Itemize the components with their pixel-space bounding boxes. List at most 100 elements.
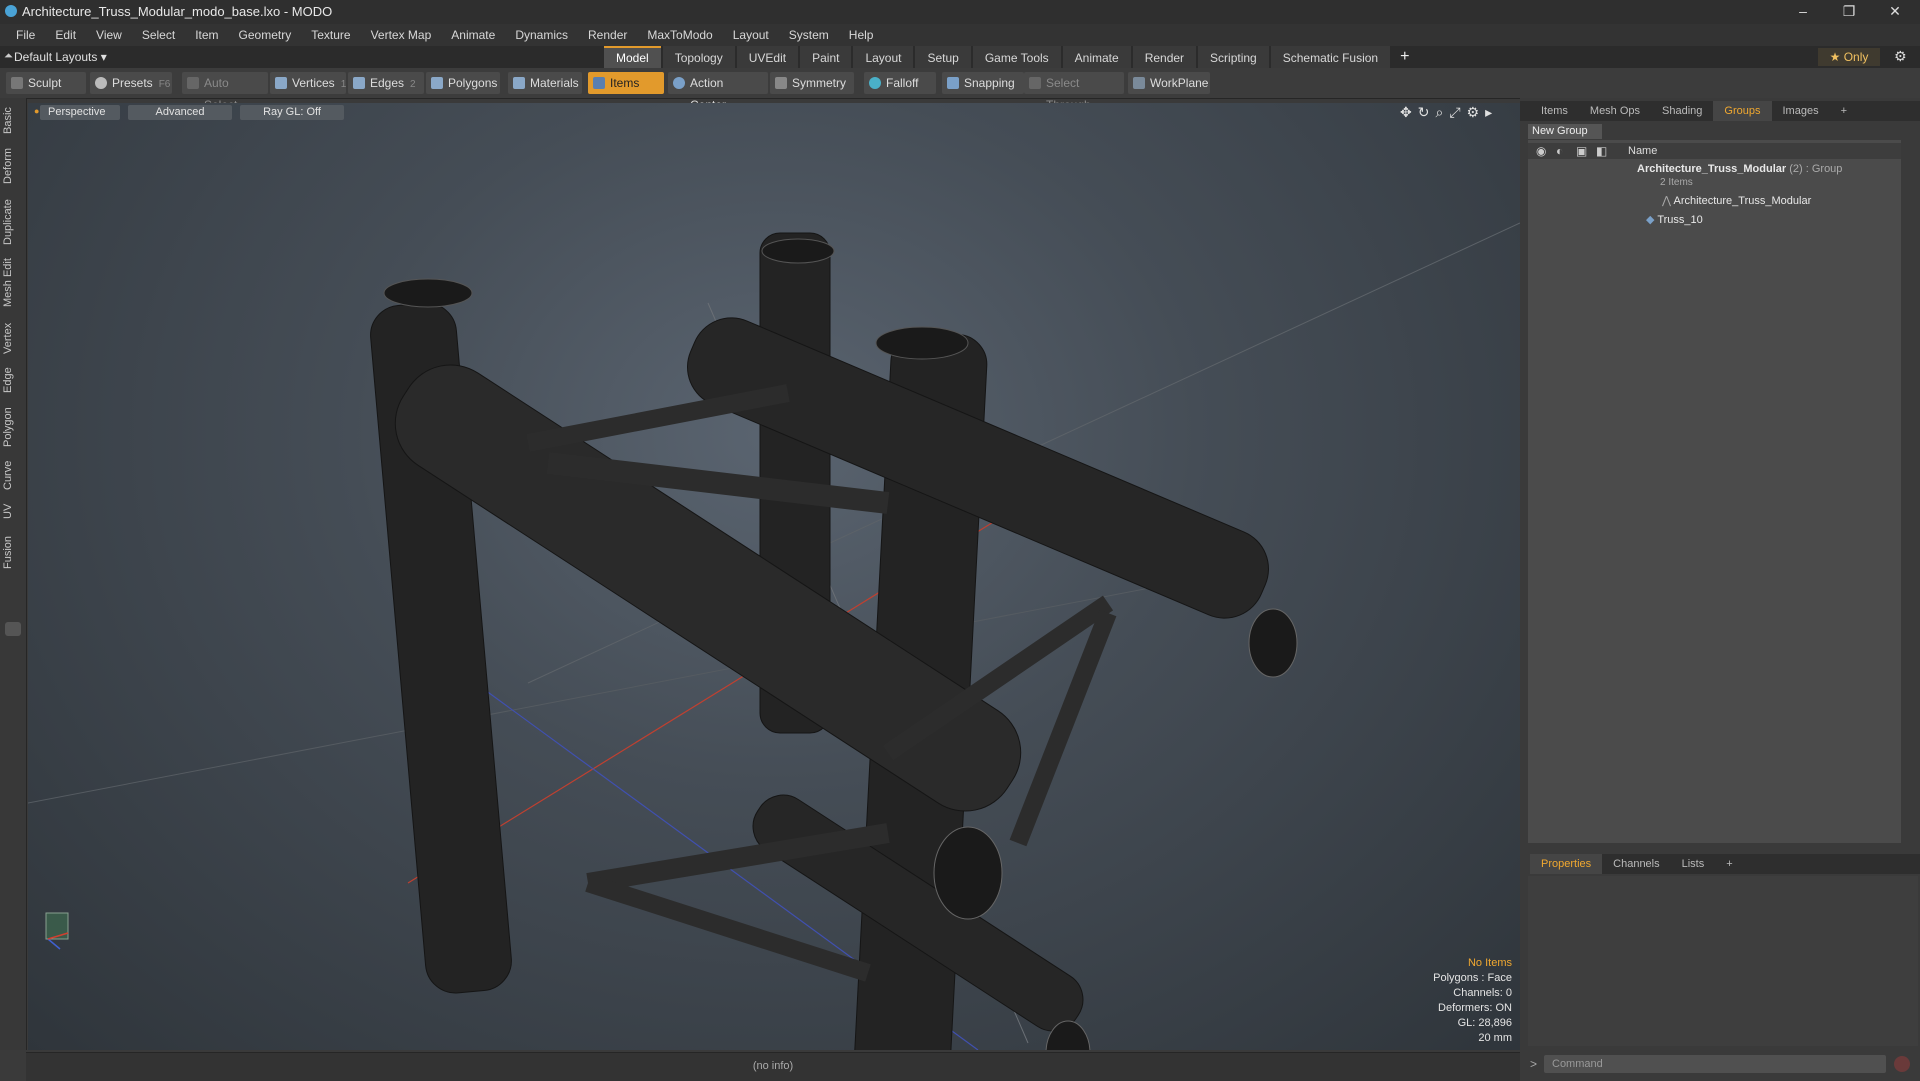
- presets-button[interactable]: Presets F6: [90, 72, 172, 94]
- tab-paint[interactable]: Paint: [800, 46, 852, 68]
- sculpt-button[interactable]: Sculpt: [6, 72, 86, 94]
- tab-game-tools[interactable]: Game Tools: [972, 46, 1061, 68]
- lock-icon[interactable]: ▣: [1576, 144, 1587, 158]
- list-item[interactable]: ⋀ Architecture_Truss_Modular: [1662, 193, 1811, 209]
- menu-geometry[interactable]: Geometry: [229, 28, 302, 42]
- select-toggle-icon[interactable]: ◧: [1596, 144, 1607, 158]
- 3d-viewport[interactable]: [28, 103, 1520, 1050]
- rotate-icon[interactable]: ↻: [1418, 104, 1436, 120]
- shading-mode-button[interactable]: Advanced: [128, 105, 232, 120]
- groups-list-area[interactable]: [1528, 140, 1901, 843]
- menu-maxtomodo[interactable]: MaxToModo: [637, 28, 722, 42]
- view-mode-button[interactable]: Perspective: [40, 105, 120, 120]
- minimize-button[interactable]: –: [1780, 0, 1826, 24]
- tab-duplicate[interactable]: Duplicate: [2, 196, 24, 248]
- child-name: Architecture_Truss_Modular: [1673, 195, 1812, 207]
- vertices-button[interactable]: Vertices 1: [270, 72, 346, 94]
- only-button[interactable]: ★ Only: [1818, 48, 1880, 66]
- render-toggle-icon[interactable]: ◐: [1556, 144, 1563, 158]
- tab-basic[interactable]: Basic: [2, 106, 24, 136]
- tab-scripting[interactable]: Scripting: [1198, 46, 1269, 68]
- menu-animate[interactable]: Animate: [441, 28, 505, 42]
- expand-icon[interactable]: ▸: [1485, 104, 1498, 120]
- tab-curve[interactable]: Curve: [2, 456, 24, 494]
- materials-button[interactable]: Materials: [508, 72, 582, 94]
- group-name: Architecture_Truss_Modular: [1637, 163, 1787, 175]
- tab-lists[interactable]: Lists: [1671, 854, 1716, 874]
- command-input[interactable]: Command: [1544, 1055, 1886, 1073]
- falloff-button[interactable]: Falloff: [864, 72, 936, 94]
- tab-shading[interactable]: Shading: [1651, 101, 1713, 121]
- tab-layout[interactable]: Layout: [853, 46, 914, 68]
- menu-dynamics[interactable]: Dynamics: [505, 28, 578, 42]
- menu-file[interactable]: File: [6, 28, 45, 42]
- polygons-button[interactable]: Polygons: [426, 72, 500, 94]
- add-panel-tab-icon[interactable]: +: [1830, 101, 1858, 121]
- tab-render[interactable]: Render: [1132, 46, 1197, 68]
- menu-help[interactable]: Help: [839, 28, 884, 42]
- layout-selector[interactable]: Default Layouts ▾: [14, 50, 107, 64]
- edges-shortcut: 2: [410, 79, 416, 90]
- add-bottom-tab-icon[interactable]: +: [1715, 854, 1743, 874]
- menu-render[interactable]: Render: [578, 28, 637, 42]
- menu-texture[interactable]: Texture: [301, 28, 360, 42]
- collapse-tab-icon[interactable]: [5, 622, 21, 636]
- snapping-button[interactable]: Snapping: [942, 72, 1024, 94]
- gear-icon[interactable]: ⚙: [1894, 48, 1907, 65]
- tab-schematic-fusion[interactable]: Schematic Fusion: [1270, 46, 1391, 68]
- tab-fusion[interactable]: Fusion: [2, 532, 24, 572]
- symmetry-button[interactable]: Symmetry: [770, 72, 854, 94]
- fit-icon[interactable]: ⤢: [1449, 104, 1466, 120]
- tab-mesh-ops[interactable]: Mesh Ops: [1579, 101, 1651, 121]
- zoom-icon[interactable]: ⌕: [1435, 104, 1449, 120]
- tab-images[interactable]: Images: [1772, 101, 1830, 121]
- restore-button[interactable]: ❐: [1826, 0, 1872, 24]
- tab-mesh-edit[interactable]: Mesh Edit: [2, 256, 24, 310]
- vertices-shortcut: 1: [340, 79, 347, 90]
- menu-edit[interactable]: Edit: [45, 28, 86, 42]
- tab-deform[interactable]: Deform: [2, 146, 24, 186]
- action-center-icon: [673, 77, 685, 89]
- add-tab-icon[interactable]: +: [1392, 46, 1417, 68]
- menu-item[interactable]: Item: [185, 28, 228, 42]
- select-through-button[interactable]: Select Through: [1024, 72, 1124, 112]
- tab-channels[interactable]: Channels: [1602, 854, 1670, 874]
- tab-uv[interactable]: UV: [2, 500, 24, 522]
- layout-menu-icon[interactable]: ⏶: [4, 50, 13, 63]
- close-button[interactable]: ✕: [1872, 0, 1918, 24]
- menu-layout[interactable]: Layout: [723, 28, 779, 42]
- workplane-button[interactable]: WorkPlane: [1128, 72, 1210, 94]
- tab-polygon[interactable]: Polygon: [2, 404, 24, 450]
- menu-select[interactable]: Select: [132, 28, 185, 42]
- tab-items[interactable]: Items: [1530, 101, 1579, 121]
- raygl-toggle[interactable]: Ray GL: Off: [240, 105, 344, 120]
- viewport-gear-icon[interactable]: ⚙: [1467, 104, 1486, 120]
- edges-button[interactable]: Edges 2: [348, 72, 424, 94]
- group-count: (2): [1789, 163, 1803, 175]
- auto-select-button[interactable]: Auto Select: [182, 72, 268, 112]
- menu-system[interactable]: System: [779, 28, 839, 42]
- command-clear-icon[interactable]: [1894, 1056, 1910, 1072]
- menu-vertex-map[interactable]: Vertex Map: [361, 28, 442, 42]
- tab-model[interactable]: Model: [604, 46, 661, 68]
- action-center-button[interactable]: Action Center: [668, 72, 768, 112]
- axis-gizmo: [45, 912, 69, 950]
- tab-animate[interactable]: Animate: [1062, 46, 1131, 68]
- locator-icon: ◆: [1646, 214, 1655, 226]
- tab-groups[interactable]: Groups: [1713, 101, 1772, 121]
- menu-view[interactable]: View: [86, 28, 132, 42]
- visibility-eye-icon[interactable]: ◉: [1536, 144, 1546, 158]
- new-group-button[interactable]: New Group: [1528, 124, 1602, 139]
- tab-topology[interactable]: Topology: [662, 46, 735, 68]
- tab-properties[interactable]: Properties: [1530, 854, 1603, 874]
- tube-end: [1248, 608, 1298, 678]
- list-item[interactable]: ◆ Truss_10: [1646, 212, 1703, 228]
- items-button[interactable]: Items: [588, 72, 664, 94]
- tab-vertex[interactable]: Vertex: [2, 318, 24, 358]
- tab-edge[interactable]: Edge: [2, 364, 24, 396]
- tab-uvedit[interactable]: UVEdit: [736, 46, 799, 68]
- tab-setup[interactable]: Setup: [915, 46, 971, 68]
- viewport-options-icon[interactable]: ●: [34, 106, 39, 116]
- brace: [585, 874, 871, 982]
- pan-icon[interactable]: ✥: [1400, 104, 1418, 120]
